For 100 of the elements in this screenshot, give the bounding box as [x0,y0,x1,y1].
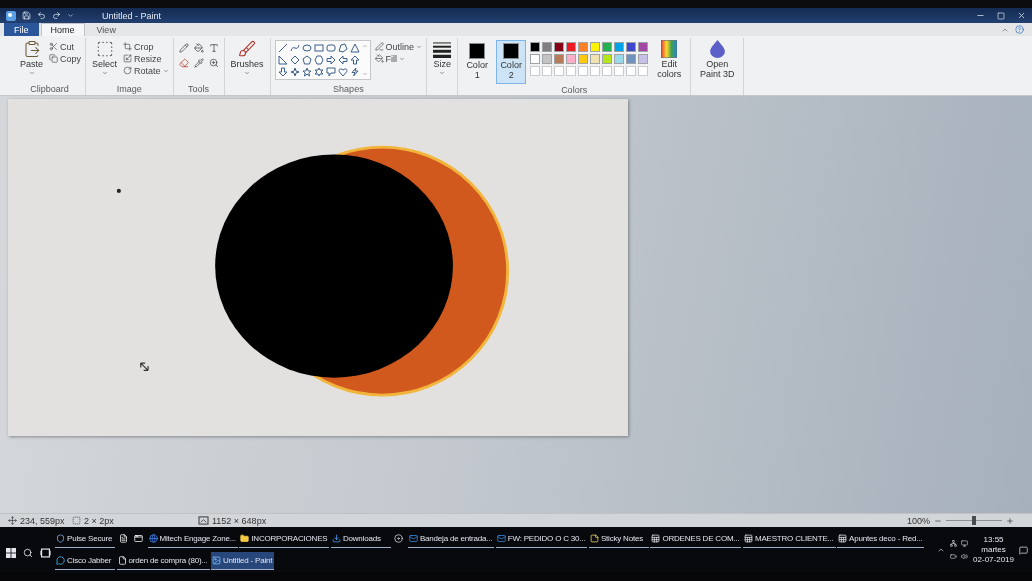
rotate-button[interactable]: Rotate [123,65,169,76]
select-button[interactable]: Select [90,40,120,76]
taskbar-button[interactable]: Sticky Notes [588,530,649,548]
line-icon[interactable] [277,43,288,53]
taskbar-button[interactable]: orden de compra (80)... [116,552,210,570]
zoom-in-icon[interactable] [1006,516,1014,525]
ribbon-tab[interactable]: View [86,23,126,36]
hexagon-icon[interactable] [313,55,324,65]
help-icon[interactable] [1015,25,1024,34]
curve-icon[interactable] [289,43,300,53]
ribbon-tab[interactable]: Home [40,23,85,36]
right-arrow-icon[interactable] [325,55,336,65]
color-swatch-icon[interactable] [566,42,577,52]
eraser-tool[interactable] [177,57,190,69]
caret-icon[interactable] [67,12,74,19]
rectangle-icon[interactable] [313,43,324,53]
magnifier-tool[interactable] [207,57,220,69]
speech-bubble-icon[interactable] [325,67,336,77]
color-swatch-icon[interactable] [614,42,625,52]
outline-button[interactable]: Outline [374,41,423,52]
resize-button[interactable]: Resize [123,53,169,64]
color-swatch-icon[interactable] [542,42,553,52]
color-swatch-icon[interactable] [590,42,601,52]
task-view-icon[interactable] [40,548,51,558]
color-swatch-icon[interactable] [602,42,613,52]
save-icon[interactable] [22,11,31,20]
close-icon[interactable] [1017,11,1026,20]
lightning-icon[interactable] [349,67,360,77]
monitor-icon[interactable] [961,540,969,547]
color-swatch-icon[interactable] [530,42,541,52]
folder-icon [240,534,250,543]
color-swatch-icon[interactable] [554,54,565,64]
taskbar-button[interactable]: FW: PEDIDO O C 30... [495,530,588,548]
brushes-button[interactable]: Brushes [228,40,266,76]
volume-icon[interactable] [961,553,969,560]
fill-button[interactable]: Fill [374,53,423,64]
clock[interactable]: 13:55 martes 02-07-2019 [973,535,1014,565]
taskbar-button[interactable]: ORDENES DE COM... [650,530,742,548]
color-swatch-icon[interactable] [614,54,625,64]
up-arrow-icon[interactable] [349,55,360,65]
taskbar-button[interactable]: MAESTRO CLIENTE... [742,530,836,548]
taskbar-button[interactable]: Downloads [330,530,391,548]
color-swatch-icon[interactable] [566,54,577,64]
color-swatch-icon[interactable] [638,42,649,52]
ribbon-tab[interactable]: File [4,23,39,36]
color-swatch-icon[interactable] [530,54,541,64]
edit-colors-button[interactable]: Edit colors [652,40,687,79]
text-tool[interactable] [207,42,220,54]
shape-gallery[interactable] [274,40,371,80]
color-swatch-icon[interactable] [638,54,649,64]
cut-button[interactable]: Cut [49,41,82,52]
taskbar-button[interactable]: Bandeja de entrada... [407,530,495,548]
chevron-up-icon[interactable] [937,546,946,554]
slider-thumb[interactable] [972,516,976,525]
paste-button[interactable]: Paste [18,40,45,76]
color-swatch-icon[interactable] [590,54,601,64]
taskbar-button[interactable]: Cisco Jabber [55,552,115,570]
right-triangle-icon[interactable] [277,55,288,65]
drawing-canvas[interactable] [8,99,628,436]
five-point-star-icon[interactable] [301,67,312,77]
taskbar-button[interactable]: INCORPORACIONES [239,530,330,548]
color-swatch-icon[interactable] [602,54,613,64]
paint-3d-button[interactable]: Open Paint 3D [695,40,740,79]
color-swatch-icon[interactable] [578,42,589,52]
network-icon[interactable] [950,540,958,547]
battery-icon[interactable] [950,553,958,560]
color-slot-button[interactable]: Color 1 [462,40,493,84]
taskbar-button[interactable]: Apuntes deco - Red... [837,530,925,548]
pencil-tool[interactable] [177,42,190,54]
polygon-icon[interactable] [337,43,348,53]
fill-tool[interactable] [192,42,205,54]
notification-icon[interactable] [1019,545,1028,555]
triangle-icon[interactable] [349,43,360,53]
oval-icon[interactable] [301,43,312,53]
four-point-star-icon[interactable] [289,67,300,77]
search-icon[interactable] [23,548,33,558]
copy-button[interactable]: Copy [49,53,82,64]
size-button[interactable]: Size [431,40,454,76]
taskbar-button[interactable]: Pulse Secure [55,530,115,548]
heart-icon[interactable] [337,67,348,77]
redo-icon[interactable] [52,11,61,20]
color-picker-tool[interactable] [192,57,205,69]
color-swatch-icon[interactable] [554,42,565,52]
pentagon-icon[interactable] [301,55,312,65]
color-swatch-icon[interactable] [626,42,637,52]
maximize-icon[interactable] [997,11,1005,20]
taskbar-button[interactable]: Mitech Engage Zone... [147,530,238,548]
six-point-star-icon[interactable] [313,67,324,77]
windows-logo-icon[interactable] [6,548,16,558]
color-swatch-icon[interactable] [542,54,553,64]
color-swatch-icon[interactable] [626,54,637,64]
taskbar-button[interactable]: Untitled - Paint [211,552,275,570]
rounded-rectangle-icon[interactable] [325,43,336,53]
color-slot-button[interactable]: Color 2 [496,40,527,84]
crop-button[interactable]: Crop [123,41,169,52]
diamond-icon[interactable] [289,55,300,65]
color-swatch-icon[interactable] [578,54,589,64]
undo-icon[interactable] [37,11,46,20]
down-arrow-icon[interactable] [277,67,288,77]
left-arrow-icon[interactable] [337,55,348,65]
